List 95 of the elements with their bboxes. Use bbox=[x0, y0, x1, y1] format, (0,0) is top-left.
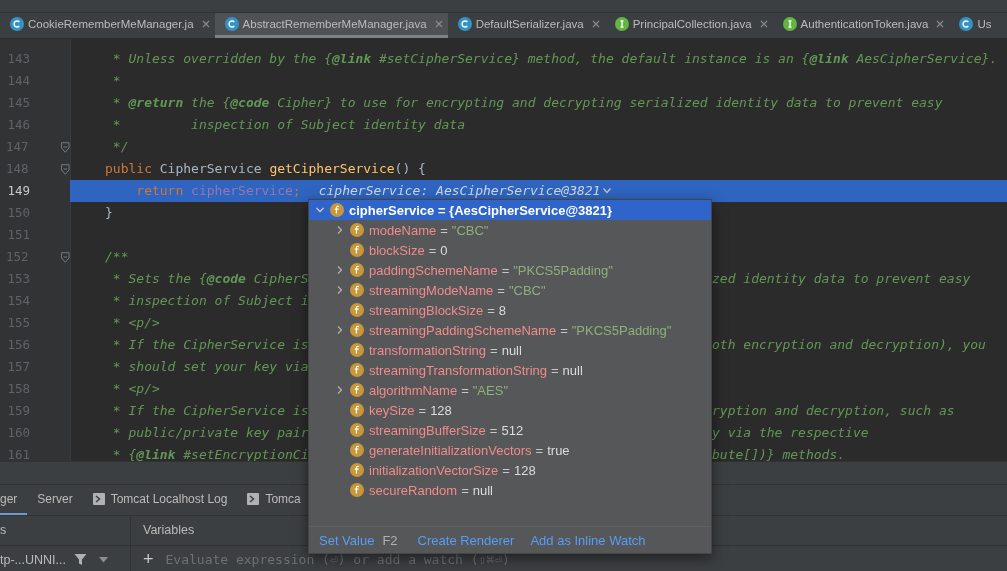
tree-row[interactable]: streamingBufferSize = 512 bbox=[309, 420, 711, 440]
code-token: } bbox=[105, 205, 113, 220]
code-comment: * inspection of Subject i bbox=[111, 293, 309, 308]
code-comment: * If the CipherService is bbox=[111, 403, 309, 418]
code-comment: * bbox=[111, 73, 121, 88]
code-token: return bbox=[135, 183, 185, 198]
tree-row[interactable]: streamingModeName = "CBC" bbox=[309, 280, 711, 300]
tree-row[interactable]: algorithmName = "AES" bbox=[309, 380, 711, 400]
code-token: CipherService bbox=[159, 161, 263, 176]
chevron-right-icon bbox=[335, 385, 345, 395]
tool-tab[interactable]: Tomcat Localhost Log bbox=[82, 484, 238, 515]
class-icon bbox=[457, 17, 472, 31]
interface-icon bbox=[782, 17, 797, 31]
line-number: 149 bbox=[6, 182, 30, 200]
close-icon bbox=[936, 20, 945, 28]
code-comment: */ bbox=[111, 139, 129, 154]
shortcut-text: F2 bbox=[382, 532, 398, 548]
field-icon bbox=[350, 403, 364, 417]
tool-tab[interactable]: Server bbox=[27, 484, 83, 515]
tree-row[interactable]: initializationVectorSize = 128 bbox=[309, 460, 711, 480]
field-icon bbox=[350, 263, 364, 277]
editor-tab[interactable]: AuthenticationToken.java bbox=[772, 13, 950, 38]
editor-tab[interactable]: AbstractRememberMeManager.java bbox=[214, 13, 448, 38]
code-comment: * public/private key pair bbox=[111, 425, 309, 440]
field-icon bbox=[350, 283, 364, 297]
field-icon bbox=[350, 363, 364, 377]
tree-row[interactable]: transformationString = null bbox=[309, 340, 711, 360]
panel-header: s bbox=[0, 523, 7, 538]
chevron-right-icon bbox=[335, 325, 345, 335]
panel-header: Variables bbox=[143, 523, 195, 538]
code-comment: /** bbox=[105, 249, 129, 264]
dropdown-icon bbox=[99, 556, 108, 563]
close-icon bbox=[434, 20, 443, 28]
code-comment: oth encryption and decryption), you bbox=[712, 336, 987, 354]
code-comment: y via the respective bbox=[712, 424, 870, 442]
tool-tab[interactable]: Tomca bbox=[237, 484, 311, 515]
code-comment: * Unless overridden by the {@link #setCipherService} method, the default instance is an {@link AesCipherService}. bbox=[111, 51, 998, 66]
field-icon bbox=[350, 323, 364, 337]
inline-value-hint[interactable]: cipherService: AesCipherService@3821 bbox=[318, 180, 612, 202]
close-icon bbox=[759, 20, 768, 28]
tool-tab[interactable]: ger bbox=[0, 484, 28, 515]
tree-row[interactable]: generateInitializationVectors = true bbox=[309, 440, 711, 460]
tree-row[interactable]: modeName = "CBC" bbox=[309, 220, 711, 240]
code-comment: bute[])} methods. bbox=[712, 446, 847, 461]
field-icon bbox=[350, 423, 364, 437]
code-comment: * <p/> bbox=[111, 381, 160, 396]
code-token: public bbox=[105, 161, 153, 176]
code-comment: *@return the {@code Cipher} to use for encrypting and decrypting serialized identity data to prevent easy bbox=[111, 95, 943, 110]
editor-tab[interactable]: DefaultSerializer.java bbox=[447, 13, 605, 38]
tree-row[interactable]: streamingPaddingSchemeName = "PKCS5Padding" bbox=[309, 320, 711, 340]
interface-icon bbox=[614, 17, 629, 31]
filter-icon bbox=[74, 553, 87, 567]
chevron-right-icon bbox=[335, 225, 345, 235]
field-icon bbox=[350, 223, 364, 237]
code-comment: ryption and decryption, such as bbox=[712, 402, 956, 420]
chevron-down-icon bbox=[315, 205, 325, 215]
editor-tab[interactable]: CookieRememberMeManager.ja bbox=[0, 13, 215, 38]
editor-tab[interactable]: Us bbox=[949, 13, 997, 38]
code-comment: * should set your key via bbox=[111, 359, 309, 374]
tree-row[interactable]: paddingSchemeName = "PKCS5Padding" bbox=[309, 260, 711, 280]
tree-row[interactable]: keySize = 128 bbox=[309, 400, 711, 420]
thread-selector[interactable]: tp-...UNNI... bbox=[0, 552, 66, 567]
add-watch-button[interactable]: + bbox=[143, 549, 154, 571]
field-icon bbox=[350, 383, 364, 397]
code-token: getCipherService bbox=[269, 161, 395, 176]
code-comment: zed identity data to prevent easy bbox=[712, 270, 972, 288]
code-comment: * <p/> bbox=[111, 315, 160, 330]
field-icon bbox=[350, 483, 364, 497]
class-icon bbox=[959, 17, 974, 31]
field-icon bbox=[350, 443, 364, 457]
code-token: cipherService bbox=[191, 183, 293, 198]
code-comment: * Sets the {@code CipherS bbox=[111, 271, 309, 286]
code-token: () { bbox=[394, 161, 426, 176]
class-icon bbox=[10, 17, 24, 31]
close-icon bbox=[591, 20, 600, 28]
code-comment: * {@link #setEncryptionCi bbox=[111, 447, 309, 461]
field-icon bbox=[350, 243, 364, 257]
code-token: ; bbox=[292, 183, 301, 198]
tree-row[interactable]: blockSize = 0 bbox=[309, 240, 711, 260]
editor-tab[interactable]: PrincipalCollection.java bbox=[604, 13, 773, 38]
tree-row[interactable]: cipherService = {AesCipherService@3821} bbox=[309, 200, 711, 220]
tree-row[interactable]: streamingBlockSize = 8 bbox=[309, 300, 711, 320]
field-icon bbox=[350, 343, 364, 357]
field-icon bbox=[330, 203, 344, 217]
field-icon bbox=[350, 463, 364, 477]
field-icon bbox=[350, 303, 364, 317]
tree-row[interactable]: secureRandom = null bbox=[309, 480, 711, 500]
console-icon bbox=[247, 492, 260, 505]
chevron-down-icon bbox=[603, 188, 612, 194]
code-comment: * inspection of Subject identity data bbox=[111, 117, 466, 132]
code-comment: * If the CipherService is bbox=[111, 337, 309, 352]
close-icon bbox=[201, 20, 210, 28]
class-icon bbox=[224, 17, 239, 31]
console-icon bbox=[92, 492, 105, 505]
tree-row[interactable]: streamingTransformationString = null bbox=[309, 360, 711, 380]
